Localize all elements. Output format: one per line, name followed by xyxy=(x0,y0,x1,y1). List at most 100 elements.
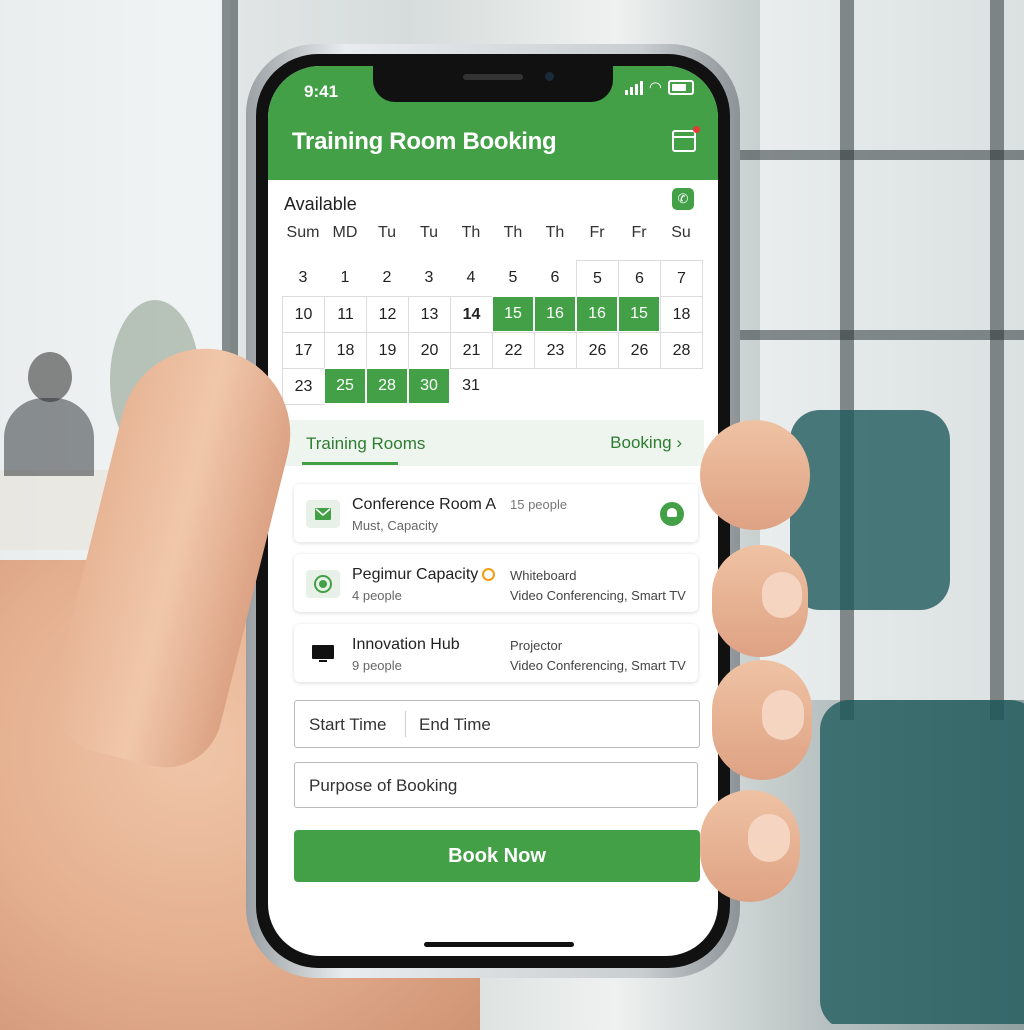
sofa xyxy=(790,410,950,610)
room-card[interactable]: Innovation Hub 9 people Projector Video … xyxy=(294,624,698,682)
calendar-day[interactable]: 3 xyxy=(408,260,450,296)
tab-booking[interactable]: Booking › xyxy=(610,433,682,453)
calendar-day[interactable]: 4 xyxy=(450,260,492,296)
phone-screen: 9:41 ◠ Training Room Booking Available ✆… xyxy=(268,66,718,956)
room-amenity: Projector xyxy=(510,638,563,653)
book-now-button[interactable]: Book Now xyxy=(294,830,700,882)
calendar-day[interactable]: 17 xyxy=(282,332,325,369)
room-capacity: 15 people xyxy=(510,497,568,512)
field-divider xyxy=(405,711,406,737)
speaker-grille xyxy=(463,74,523,80)
calendar-day[interactable]: 23 xyxy=(282,368,325,405)
calendar-day[interactable]: 3 xyxy=(282,260,324,296)
calendar-day[interactable]: 14 xyxy=(450,296,493,333)
radio-icon xyxy=(306,570,340,598)
calendar-day[interactable]: 31 xyxy=(450,368,492,404)
calendar-day[interactable]: 1 xyxy=(324,260,366,296)
front-camera xyxy=(545,72,554,81)
room-name-text: Pegimur Capacity xyxy=(352,566,479,583)
calendar-day-selected[interactable]: 16 xyxy=(534,296,576,332)
calendar-day[interactable]: 5 xyxy=(576,260,619,297)
signal-icon xyxy=(624,80,643,95)
weekday-label: Fr xyxy=(631,224,647,241)
mail-icon xyxy=(306,500,340,528)
person xyxy=(28,352,72,402)
room-card[interactable]: Conference Room A Must, Capacity 15 peop… xyxy=(294,484,698,542)
weekday-label: Th xyxy=(545,224,565,241)
status-time: 9:41 xyxy=(304,82,339,101)
monitor-icon xyxy=(306,640,340,668)
finger-nail xyxy=(762,572,802,618)
calendar-day[interactable]: 10 xyxy=(282,296,325,333)
room-name: Conference Room A xyxy=(352,496,497,513)
phone-notch xyxy=(373,66,613,102)
battery-icon xyxy=(668,80,694,95)
weekday-label: Tu xyxy=(377,224,397,241)
status-icons: ◠ xyxy=(624,78,694,96)
weekday-label: Sum xyxy=(286,224,320,241)
weekday-label: Fr xyxy=(589,224,605,241)
end-time-input[interactable]: End Time xyxy=(419,715,491,735)
window-frame xyxy=(990,0,1004,720)
room-details: Must, Capacity xyxy=(352,518,438,533)
room-capacity: 4 people xyxy=(352,588,402,603)
status-dot-icon xyxy=(482,568,496,582)
calendar-day[interactable]: 7 xyxy=(660,260,703,297)
time-range-field: Start Time End Time xyxy=(294,700,700,748)
room-name: Innovation Hub xyxy=(352,636,460,653)
active-tab-indicator xyxy=(302,462,398,465)
calendar-day[interactable]: 18 xyxy=(660,296,703,333)
calendar-day[interactable]: 6 xyxy=(534,260,576,296)
room-amenity: Whiteboard xyxy=(510,568,577,583)
calendar-day[interactable]: 21 xyxy=(450,332,493,369)
calendar-day[interactable]: 26 xyxy=(618,332,661,369)
calendar-day-selected[interactable]: 30 xyxy=(408,368,450,404)
calendar-day[interactable]: 18 xyxy=(324,332,367,369)
phone-icon[interactable]: ✆ xyxy=(672,188,694,210)
weekday-label: Th xyxy=(503,224,523,241)
calendar-day-selected[interactable]: 15 xyxy=(492,296,534,332)
calendar-day-selected[interactable]: 28 xyxy=(366,368,408,404)
tab-training-rooms[interactable]: Training Rooms xyxy=(306,434,425,454)
calendar-day[interactable]: 28 xyxy=(660,332,703,369)
calendar-day[interactable]: 20 xyxy=(408,332,451,369)
cloud-action-icon[interactable] xyxy=(660,502,684,526)
calendar-day-selected[interactable]: 25 xyxy=(324,368,366,404)
wifi-icon: ◠ xyxy=(648,78,662,96)
calendar-day-selected[interactable]: 16 xyxy=(576,296,618,332)
room-capacity: 9 people xyxy=(352,658,402,673)
availability-label: Available xyxy=(284,194,357,214)
calendar-day[interactable]: 13 xyxy=(408,296,451,333)
page-title: Training Room Booking xyxy=(292,128,557,155)
person xyxy=(4,398,94,476)
weekday-label: MD xyxy=(332,224,358,241)
calendar-day[interactable]: 22 xyxy=(492,332,535,369)
weekday-header: Sum MD Tu Tu Th Th Th Fr Fr Su xyxy=(282,224,702,242)
calendar-icon[interactable] xyxy=(672,126,700,152)
purpose-input[interactable]: Purpose of Booking xyxy=(294,762,698,808)
window-frame xyxy=(840,0,854,720)
calendar-day[interactable]: 11 xyxy=(324,296,367,333)
calendar-day[interactable]: 19 xyxy=(366,332,409,369)
calendar-day-selected[interactable]: 15 xyxy=(618,296,660,332)
finger-nail xyxy=(748,814,790,862)
room-name: Pegimur Capacity xyxy=(352,566,496,584)
calendar-day[interactable]: 2 xyxy=(366,260,408,296)
weekday-label: Th xyxy=(461,224,481,241)
calendar-day[interactable]: 23 xyxy=(534,332,577,369)
room-card[interactable]: Pegimur Capacity 4 people Whiteboard Vid… xyxy=(294,554,698,612)
calendar-day[interactable]: 26 xyxy=(576,332,619,369)
notification-dot xyxy=(693,126,700,133)
calendar-day[interactable]: 12 xyxy=(366,296,409,333)
hand-finger xyxy=(700,420,810,530)
home-indicator xyxy=(424,942,574,947)
window-frame xyxy=(740,150,1024,160)
sofa xyxy=(820,700,1024,1024)
calendar-day[interactable]: 5 xyxy=(492,260,534,296)
weekday-label: Tu xyxy=(419,224,439,241)
calendar-day[interactable]: 6 xyxy=(618,260,661,297)
window-frame xyxy=(740,330,1024,340)
weekday-label: Su xyxy=(671,224,691,241)
calendar-grid: 3 1 2 3 4 5 6 5 6 7 10 11 12 13 14 15 16… xyxy=(282,260,703,405)
start-time-input[interactable]: Start Time xyxy=(309,715,386,735)
